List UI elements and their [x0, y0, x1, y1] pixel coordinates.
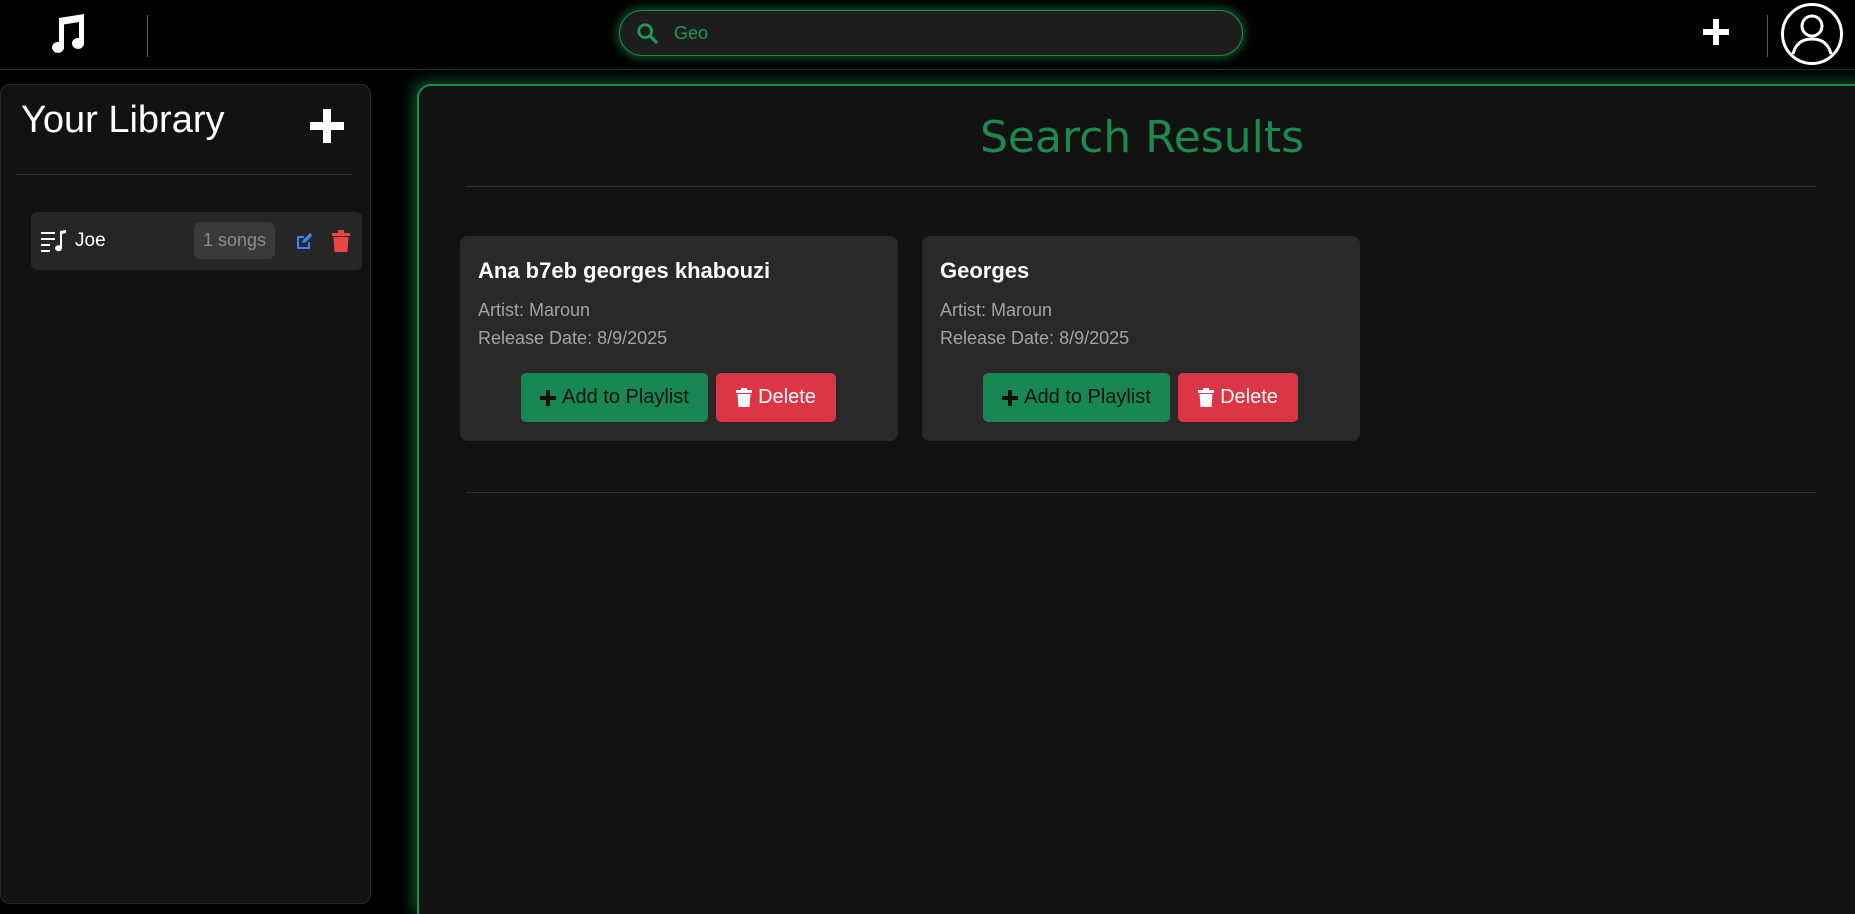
- user-avatar-icon[interactable]: [1780, 2, 1844, 66]
- add-to-playlist-label: Add to Playlist: [562, 386, 689, 408]
- library-sidebar: Your Library Joe 1 songs: [0, 84, 371, 904]
- add-playlist-icon[interactable]: [308, 107, 346, 145]
- delete-label: Delete: [758, 386, 816, 408]
- song-title: Georges: [940, 258, 1030, 283]
- playlist-song-count: 1 songs: [194, 222, 276, 259]
- playlist-icon: [41, 230, 66, 252]
- edit-icon[interactable]: [294, 231, 314, 251]
- song-artist: Artist: Maroun: [478, 300, 591, 320]
- add-to-playlist-label: Add to Playlist: [1024, 386, 1151, 408]
- playlist-name: Joe: [75, 230, 106, 251]
- song-release-date: Release Date: 8/9/2025: [940, 328, 1130, 348]
- music-note-icon[interactable]: [42, 10, 90, 58]
- search-icon: [637, 23, 658, 44]
- song-artist: Artist: Maroun: [940, 300, 1053, 320]
- add-to-playlist-button[interactable]: Add to Playlist: [521, 373, 708, 422]
- divider: [147, 15, 148, 57]
- add-icon[interactable]: [1700, 16, 1732, 48]
- delete-label: Delete: [1220, 386, 1278, 408]
- trash-icon: [1198, 388, 1215, 407]
- top-bar: [0, 0, 1855, 70]
- delete-song-button[interactable]: Delete: [1178, 373, 1298, 422]
- library-title: Your Library: [21, 99, 225, 141]
- add-to-playlist-button[interactable]: Add to Playlist: [983, 373, 1170, 422]
- song-card: Georges Artist: Maroun Release Date: 8/9…: [922, 236, 1360, 441]
- delete-song-button[interactable]: Delete: [716, 373, 836, 422]
- song-release-date: Release Date: 8/9/2025: [478, 328, 668, 348]
- plus-icon: [1002, 389, 1019, 406]
- divider: [466, 186, 1816, 187]
- search-input[interactable]: [672, 21, 1212, 45]
- trash-icon: [736, 388, 753, 407]
- plus-icon: [540, 389, 557, 406]
- divider: [15, 174, 353, 175]
- divider: [466, 492, 1816, 493]
- search-results-panel: Search Results Ana b7eb georges khabouzi…: [417, 84, 1855, 914]
- song-card: Ana b7eb georges khabouzi Artist: Maroun…: [460, 236, 898, 441]
- playlist-item[interactable]: Joe 1 songs: [31, 212, 362, 270]
- trash-icon[interactable]: [332, 230, 350, 252]
- page-title: Search Results: [979, 112, 1305, 163]
- song-title: Ana b7eb georges khabouzi: [478, 258, 771, 283]
- divider: [1767, 15, 1768, 57]
- search-bar[interactable]: [619, 10, 1243, 56]
